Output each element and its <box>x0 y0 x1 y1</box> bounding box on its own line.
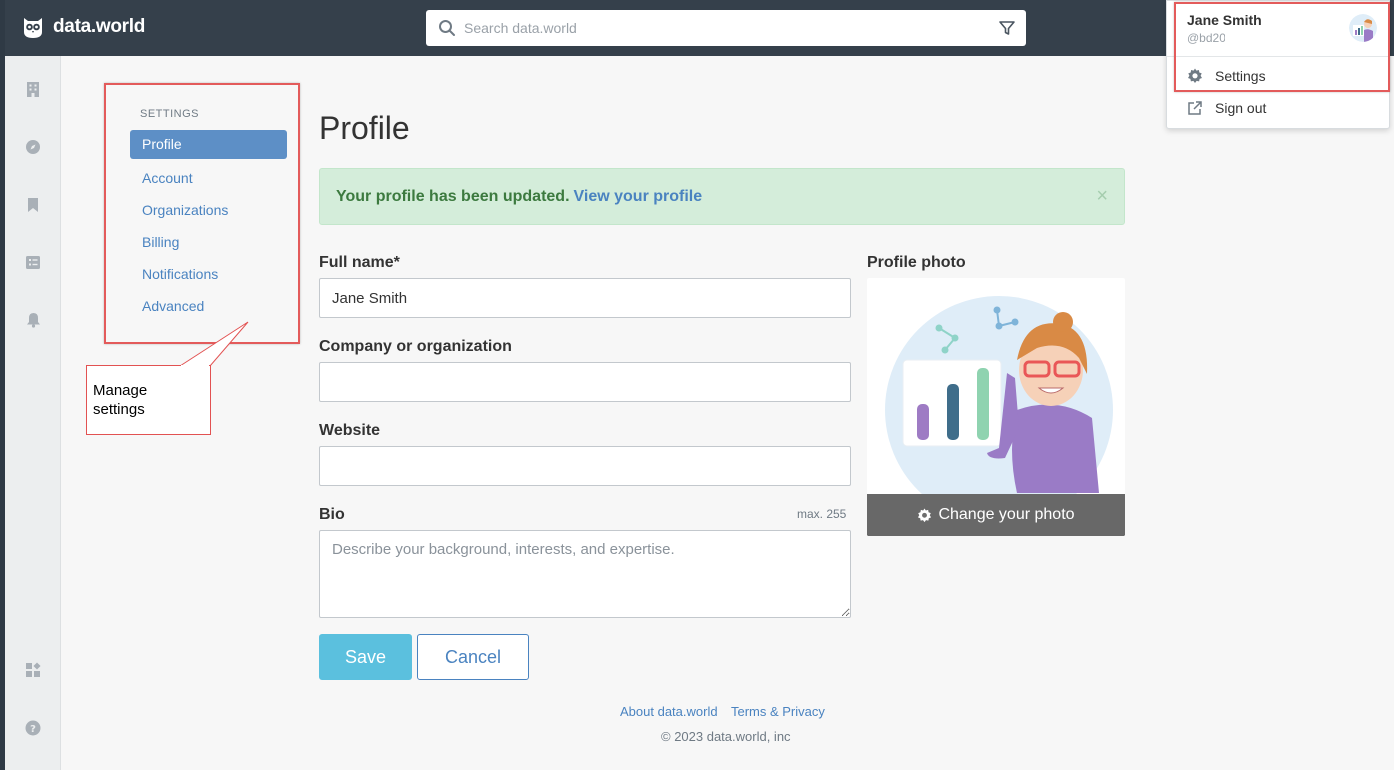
left-rail: ? <box>5 56 61 770</box>
external-link-icon <box>1188 101 1202 115</box>
help-icon[interactable]: ? <box>24 719 42 737</box>
compass-icon[interactable] <box>24 138 42 156</box>
alert-close-button[interactable]: × <box>1096 185 1108 208</box>
search-icon <box>439 20 455 36</box>
checklist-icon[interactable] <box>24 253 42 271</box>
page-title: Profile <box>319 110 410 146</box>
save-button[interactable]: Save <box>319 634 412 680</box>
svg-text:?: ? <box>30 724 36 735</box>
callout-line-2: settings <box>93 401 145 418</box>
full-name-input[interactable] <box>319 278 851 318</box>
success-alert: Your profile has been updated. View your… <box>319 168 1125 225</box>
company-input[interactable] <box>319 362 851 402</box>
gear-icon <box>918 507 932 522</box>
bio-label: Bio <box>319 506 345 523</box>
view-profile-link[interactable]: View your profile <box>574 188 703 206</box>
owl-logo-icon <box>24 18 42 38</box>
callout-line-1: Manage <box>93 382 148 399</box>
profile-photo-label: Profile photo <box>867 254 966 271</box>
website-input[interactable] <box>319 446 851 486</box>
profile-photo[interactable]: Change your photo <box>867 278 1125 536</box>
cancel-button[interactable]: Cancel <box>417 634 529 680</box>
annotation-callout: Manage settings <box>86 365 211 435</box>
bell-icon[interactable] <box>24 311 42 329</box>
filter-icon[interactable] <box>998 19 1016 37</box>
menu-item-sign-out[interactable]: Sign out <box>1187 100 1266 116</box>
bio-max-note: max. 255 <box>797 507 847 521</box>
bookmark-icon[interactable] <box>24 196 42 214</box>
about-link[interactable]: About data.world <box>620 704 718 719</box>
bio-textarea[interactable] <box>319 530 851 618</box>
search-input[interactable] <box>464 10 998 46</box>
building-icon[interactable] <box>24 80 42 98</box>
footer-links: About data.world Terms & Privacy <box>620 704 835 719</box>
menu-item-sign-out-label: Sign out <box>1215 100 1267 116</box>
change-photo-button[interactable]: Change your photo <box>867 494 1125 536</box>
alert-message: Your profile has been updated. <box>336 187 570 205</box>
search-bar[interactable] <box>426 10 1026 46</box>
copyright: © 2023 data.world, inc <box>661 729 791 744</box>
logo[interactable]: data.world <box>21 14 145 40</box>
terms-link[interactable]: Terms & Privacy <box>731 704 825 719</box>
annotation-highlight-settings <box>104 83 300 344</box>
callout-joint <box>181 365 209 367</box>
full-name-label: Full name* <box>319 254 400 271</box>
company-label: Company or organization <box>319 338 512 355</box>
change-photo-label: Change your photo <box>938 506 1075 523</box>
website-label: Website <box>319 422 381 439</box>
logo-text: data.world <box>53 16 146 37</box>
annotation-highlight-user-menu <box>1174 2 1390 92</box>
apps-icon[interactable] <box>24 661 42 679</box>
